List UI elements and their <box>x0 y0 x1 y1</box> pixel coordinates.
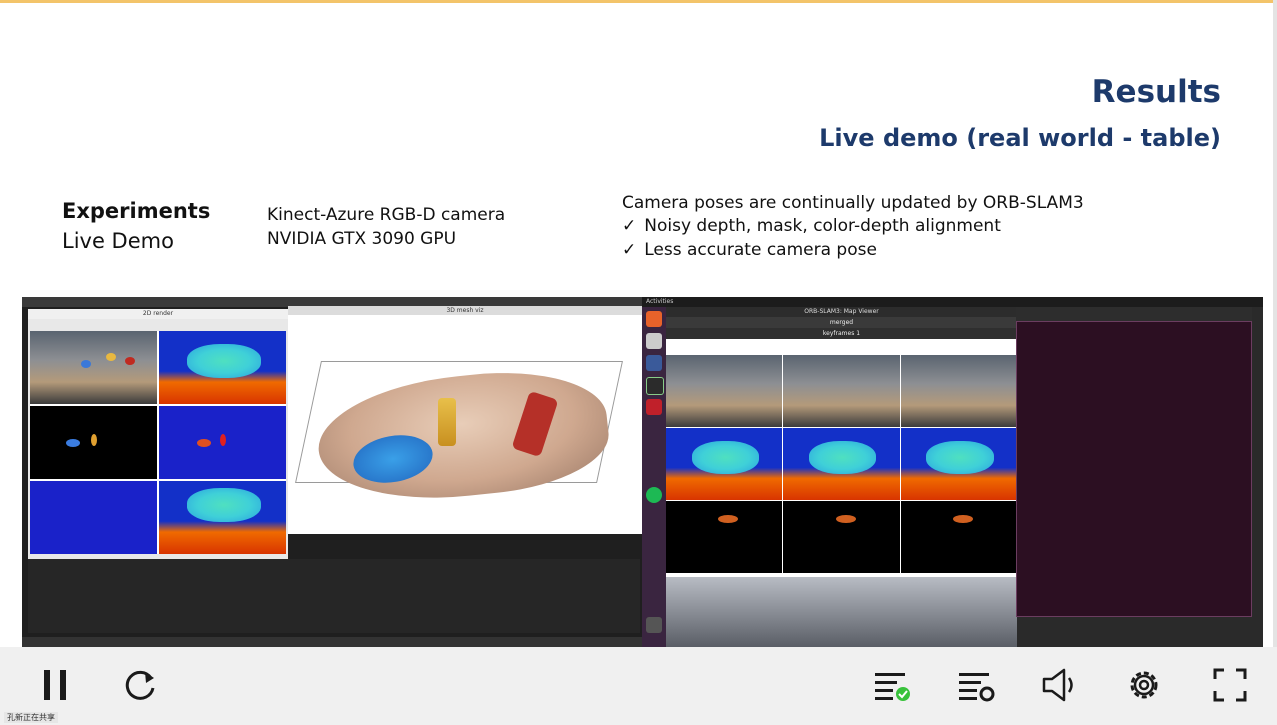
check-icon: ✓ <box>622 216 637 236</box>
demo-video-frame: 2D render 3D mesh viz Activities ORB-SLA… <box>22 297 1263 647</box>
app-icon <box>646 355 662 371</box>
check-item-text: Less accurate camera pose <box>644 240 877 260</box>
render-2d-title: 2D render <box>28 309 288 319</box>
subtitles-button[interactable] <box>873 665 913 705</box>
firefox-icon <box>646 311 662 327</box>
playlist-gear-icon <box>959 673 995 702</box>
hardware-line-gpu: NVIDIA GTX 3090 GPU <box>267 229 457 249</box>
merged-label: merged <box>666 317 1017 328</box>
depth-mask-view <box>159 406 286 479</box>
slide-title: Results <box>1091 74 1221 110</box>
playlist-check-icon <box>875 673 910 701</box>
pause-button[interactable] <box>36 665 76 705</box>
depth-render-view <box>30 481 157 554</box>
fullscreen-button[interactable] <box>1210 665 1250 705</box>
sharing-caption: 孔新正在共享 <box>4 712 58 723</box>
experiments-heading: Experiments <box>62 199 211 223</box>
playlist-settings-button[interactable] <box>957 665 997 705</box>
render-2d-grid <box>30 331 286 554</box>
terminal-icon <box>646 377 664 395</box>
files-icon <box>646 333 662 349</box>
ide-screenshot: 2D render 3D mesh viz <box>22 297 642 647</box>
keyframe-depth-row <box>666 428 1017 500</box>
ubuntu-dock <box>642 307 666 647</box>
nvidia-smi-terminal <box>1016 321 1252 617</box>
settings-button[interactable] <box>1124 665 1164 705</box>
keyframe-rgb-row <box>666 355 1017 427</box>
terminal-tabs <box>1016 307 1252 321</box>
mask-view <box>30 406 157 479</box>
ubuntu-screenshot: Activities ORB-SLAM3: Map Viewer merged … <box>642 297 1263 647</box>
keyframe-mask-row <box>666 501 1017 573</box>
show-apps-icon <box>646 617 662 633</box>
gear-icon <box>1130 671 1158 699</box>
ide-terminal <box>28 559 640 633</box>
fullscreen-icon <box>1213 668 1247 702</box>
slide-subtitle: Live demo (real world - table) <box>819 124 1221 152</box>
replay-button[interactable] <box>120 665 160 705</box>
keyframes-label: keyframes 1 <box>666 328 1017 339</box>
map-viewer-window: ORB-SLAM3: Map Viewer merged keyframes 1 <box>666 307 1017 647</box>
replay-icon <box>125 670 155 700</box>
camera-note: Camera poses are continually updated by … <box>622 193 1084 213</box>
camera-feed <box>666 577 1017 647</box>
volume-button[interactable] <box>1040 665 1080 705</box>
ide-statusbar <box>22 637 642 647</box>
app-icon <box>646 399 662 415</box>
check-item: ✓ Less accurate camera pose <box>622 240 877 260</box>
player-control-bar <box>0 647 1277 725</box>
mesh-viz-title: 3D mesh viz <box>288 306 642 315</box>
speaker-icon <box>1042 668 1073 702</box>
bottle-mesh <box>438 398 456 446</box>
pause-icon <box>44 670 66 700</box>
check-item-text: Noisy depth, mask, color-depth alignment <box>644 216 1001 236</box>
depth-view <box>159 331 286 404</box>
experiments-subheading: Live Demo <box>62 229 174 253</box>
mesh-viz-window: 3D mesh viz <box>288 306 642 534</box>
render-2d-window: 2D render <box>28 309 288 559</box>
map-viewer-title: ORB-SLAM3: Map Viewer <box>666 307 1017 317</box>
progress-top-bar <box>0 0 1277 3</box>
hardware-line-camera: Kinect-Azure RGB-D camera <box>267 205 506 225</box>
spotify-icon <box>646 487 662 503</box>
check-icon: ✓ <box>622 240 637 260</box>
rgb-view <box>30 331 157 404</box>
ubuntu-topbar: Activities <box>642 297 1263 307</box>
depth-render-view-2 <box>159 481 286 554</box>
scrollbar[interactable] <box>1273 0 1277 725</box>
activities-label: Activities <box>646 298 674 305</box>
check-item: ✓ Noisy depth, mask, color-depth alignme… <box>622 216 1001 236</box>
